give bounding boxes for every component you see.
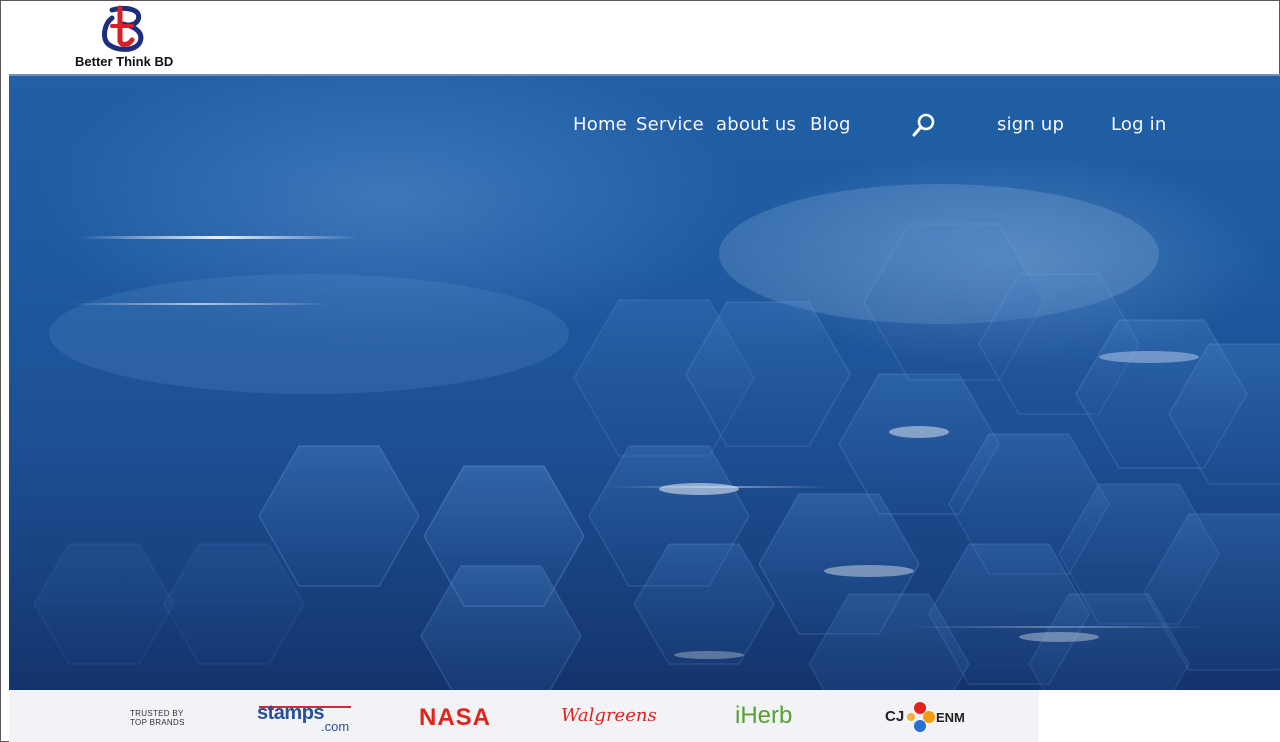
cj-flower-icon — [907, 702, 935, 732]
nav-about-us[interactable]: about us — [716, 114, 796, 135]
trusted-line-1: TRUSTED BY — [130, 709, 184, 718]
nav-home[interactable]: Home — [573, 114, 627, 135]
trusted-brands-bar: TRUSTED BY TOP BRANDS stamps .com NASA W… — [9, 690, 1280, 742]
stamps-logo: stamps .com — [257, 702, 367, 734]
enm-text: ENM — [936, 710, 965, 725]
sign-up-link[interactable]: sign up — [997, 114, 1064, 135]
hero-banner: Home Service about us Blog sign up Log i… — [9, 74, 1280, 690]
hexagon-background — [33, 184, 1280, 690]
cj-text: CJ — [885, 708, 905, 725]
nasa-logo: NASA — [419, 704, 492, 731]
walgreens-logo: Walgreens — [561, 705, 657, 726]
cj-enm-logo: CJ ENM — [885, 701, 981, 733]
bt-logo-icon — [102, 5, 144, 52]
brand-bar-blank — [1039, 690, 1280, 742]
stamps-com-text: .com — [321, 719, 350, 734]
logo-text: Better Think BD — [75, 54, 174, 69]
nav-blog[interactable]: Blog — [810, 114, 851, 135]
trusted-line-2: TOP BRANDS — [130, 718, 185, 727]
iherb-logo: iHerb — [735, 702, 793, 729]
trusted-by-label: TRUSTED BY TOP BRANDS — [130, 709, 185, 727]
search-icon[interactable] — [911, 112, 937, 138]
stamps-text: stamps — [257, 702, 325, 724]
log-in-link[interactable]: Log in — [1111, 114, 1166, 135]
nav-service[interactable]: Service — [636, 114, 704, 135]
site-logo[interactable]: Better Think BD — [72, 4, 192, 70]
